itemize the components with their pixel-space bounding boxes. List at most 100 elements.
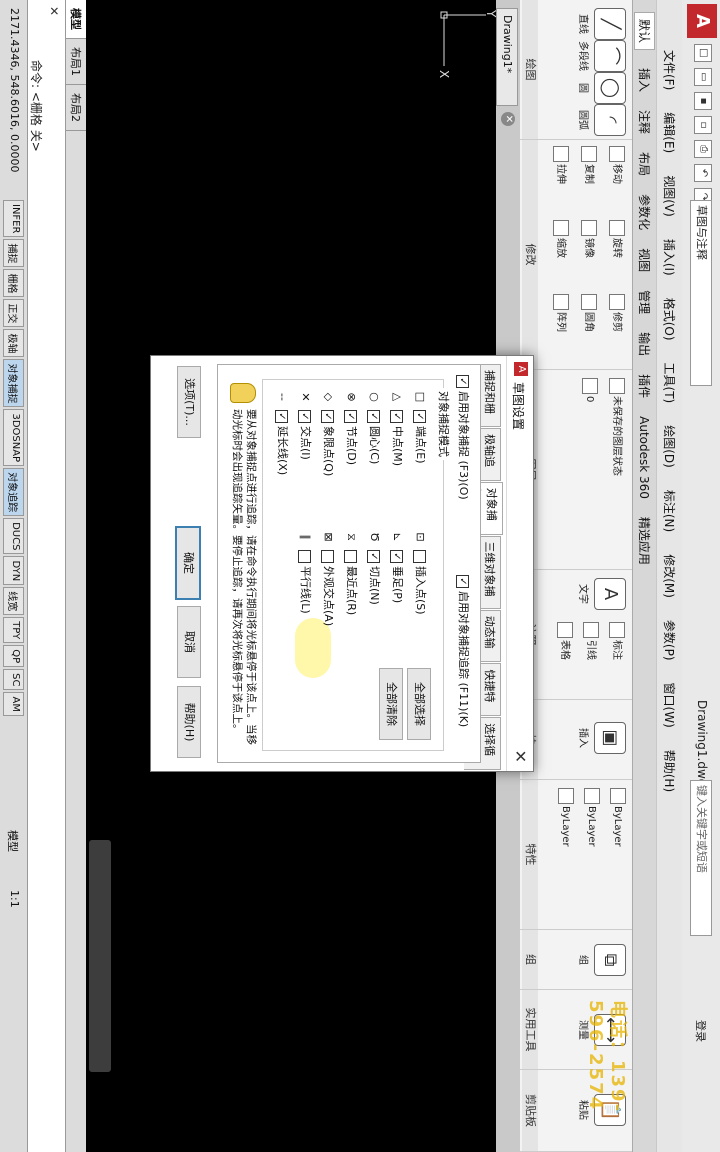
menu-insert[interactable]: 插入(I) — [661, 239, 678, 276]
status-toggle[interactable]: 极轴 — [3, 329, 24, 358]
menu-edit[interactable]: 编辑(E) — [661, 112, 678, 153]
linetype-dropdown[interactable]: ByLayer — [584, 788, 600, 847]
ok-button[interactable]: 确定 — [175, 526, 201, 600]
clear-all-button[interactable]: 全部清除 — [379, 668, 403, 740]
dimension-tool[interactable]: 标注 — [609, 622, 626, 660]
menu-draw[interactable]: 绘图(D) — [661, 425, 678, 468]
properties-panel-title[interactable]: 特性 — [522, 780, 538, 929]
model-space-button[interactable]: 模型 — [5, 830, 21, 852]
tab-output[interactable]: 输出 — [636, 332, 653, 356]
group-tool[interactable]: ⧉ 组 — [577, 940, 626, 980]
save-icon[interactable]: ▪ — [694, 92, 712, 110]
command-line[interactable]: ✕ 命令: <栅格 关> — [27, 0, 66, 1152]
enable-osnap-checkbox[interactable]: ✓启用对象捕捉 (F3)(O) — [456, 375, 472, 500]
status-toggle[interactable]: 对象捕捉 — [3, 359, 24, 408]
utilities-panel-title[interactable]: 实用工具 — [522, 990, 538, 1069]
annotation-scale[interactable]: 1:1 — [8, 890, 21, 908]
clipboard-panel-title[interactable]: 剪贴板 — [522, 1070, 538, 1151]
tab-view[interactable]: 视图 — [636, 248, 653, 272]
tab-insert[interactable]: 插入 — [636, 68, 653, 92]
dialog-close-button[interactable]: ✕ — [511, 750, 530, 763]
tab-model[interactable]: 模型 — [66, 0, 86, 39]
tab-default[interactable]: 默认 — [634, 12, 655, 51]
rotate-tool[interactable]: 旋转 — [609, 220, 626, 258]
cancel-button[interactable]: 取消 — [177, 606, 201, 678]
tab-layout1[interactable]: 布局1 — [66, 39, 86, 85]
menu-format[interactable]: 格式(O) — [661, 298, 678, 341]
open-file-icon[interactable]: ▭ — [694, 68, 712, 86]
snap-mode-checkbox[interactable]: △ ✓ 中点(M) — [390, 390, 406, 466]
menu-modify[interactable]: 修改(M) — [661, 554, 678, 598]
enable-tracking-checkbox[interactable]: ✓启用对象捕捉追踪 (F11)(K) — [456, 575, 472, 727]
snap-mode-checkbox[interactable]: □ ✓ 端点(E) — [413, 390, 429, 464]
workspace-selector[interactable]: 草图与注释 — [690, 200, 712, 386]
lineweight-dropdown[interactable]: ByLayer — [558, 788, 574, 847]
snap-mode-checkbox[interactable]: ◇ ✓ 象限点(Q) — [321, 390, 337, 476]
modify-panel-title[interactable]: 修改 — [522, 140, 538, 369]
trim-tool[interactable]: 修剪 — [609, 294, 626, 332]
snap-mode-checkbox[interactable]: ⊡ 插入点(S) — [413, 530, 429, 615]
snap-mode-checkbox[interactable]: ✕ ✓ 交点(I) — [298, 390, 314, 460]
array-tool[interactable]: 阵列 — [553, 294, 570, 332]
status-toggle[interactable]: SC — [3, 669, 24, 691]
signin-button[interactable]: 登录 — [693, 1020, 709, 1042]
menu-file[interactable]: 文件(F) — [661, 50, 678, 90]
status-toggle[interactable]: 栅格 — [3, 269, 24, 298]
snap-mode-checkbox[interactable]: ⊾ ✓ 垂足(P) — [390, 530, 406, 603]
menu-tools[interactable]: 工具(T) — [661, 363, 678, 404]
tab-layout2[interactable]: 布局2 — [66, 85, 86, 131]
color-dropdown[interactable]: ByLayer — [610, 788, 626, 847]
status-toggle[interactable]: 3DOSNAP — [3, 409, 24, 467]
move-tool[interactable]: 移动 — [609, 146, 626, 184]
autocad-logo-icon[interactable]: A — [687, 4, 717, 38]
layer-state-dropdown[interactable]: 未保存的图层状态 — [609, 378, 626, 476]
new-file-icon[interactable]: □ — [694, 44, 712, 62]
menu-dimension[interactable]: 标注(N) — [661, 490, 678, 532]
menu-help[interactable]: 帮助(H) — [661, 750, 678, 792]
status-toggle[interactable]: 线宽 — [3, 587, 24, 616]
tab-autodesk360[interactable]: Autodesk 360 — [638, 416, 652, 499]
status-toggle[interactable]: TPY — [3, 617, 24, 644]
layer-dropdown[interactable]: 0 — [582, 378, 598, 402]
stretch-tool[interactable]: 拉伸 — [553, 146, 570, 184]
tab-manage[interactable]: 管理 — [636, 290, 653, 314]
text-tool[interactable]: A 文字 — [577, 574, 626, 614]
options-button[interactable]: 选项(T)... — [177, 366, 201, 438]
navigation-bar[interactable] — [89, 840, 111, 1072]
snap-mode-checkbox[interactable]: -- ✓ 延长线(X) — [275, 390, 291, 475]
undo-icon[interactable]: ↶ — [694, 164, 712, 182]
snap-mode-checkbox[interactable]: ⧖ 最近点(R) — [344, 530, 360, 615]
snap-mode-checkbox[interactable]: ∥ 平行线(L) — [298, 530, 314, 614]
snap-mode-checkbox[interactable]: Ծ ✓ 切点(N) — [367, 530, 383, 605]
file-tab-drawing1[interactable]: Drawing1* — [496, 8, 518, 106]
print-icon[interactable]: ⎙ — [694, 140, 712, 158]
close-icon[interactable]: ✕ — [47, 6, 61, 16]
snap-mode-checkbox[interactable]: ⊗ ✓ 节点(D) — [344, 390, 360, 465]
status-toggle[interactable]: AM — [3, 692, 24, 716]
mirror-tool[interactable]: 镜像 — [581, 220, 598, 258]
select-all-button[interactable]: 全部选择 — [407, 668, 431, 740]
draw-panel-title[interactable]: 绘图 — [522, 0, 538, 139]
menu-view[interactable]: 视图(V) — [661, 175, 678, 217]
table-tool[interactable]: 表格 — [557, 622, 574, 660]
status-toggle[interactable]: QP — [3, 645, 24, 668]
status-toggle[interactable]: INFER — [3, 200, 24, 238]
file-tab-close-icon[interactable]: ✕ — [501, 112, 515, 126]
snap-mode-checkbox[interactable]: ⊠ 外观交点(A) — [321, 530, 337, 626]
tab-featured-apps[interactable]: 精选应用 — [636, 517, 653, 565]
menu-parametric[interactable]: 参数(P) — [661, 620, 678, 661]
leader-tool[interactable]: 引线 — [583, 622, 600, 660]
status-toggle[interactable]: DYN — [3, 556, 24, 586]
help-button[interactable]: 帮助(H) — [177, 686, 201, 758]
scale-tool[interactable]: 缩放 — [553, 220, 570, 258]
tab-annotate[interactable]: 注释 — [636, 110, 653, 134]
tab-plugins[interactable]: 插件 — [636, 374, 653, 398]
status-toggle[interactable]: 对象追踪 — [3, 468, 24, 517]
search-input[interactable]: 键入关键字或短语 — [690, 780, 712, 936]
snap-mode-checkbox[interactable]: ○ ✓ 圆心(C) — [367, 390, 383, 464]
insert-block-tool[interactable]: ▣ 插入 — [577, 718, 626, 758]
copy-tool[interactable]: 复制 — [581, 146, 598, 184]
tab-layout[interactable]: 布局 — [636, 152, 653, 176]
status-toggle[interactable]: 捕捉 — [3, 239, 24, 268]
arc-tool[interactable]: ◜ 圆弧 — [577, 100, 626, 140]
